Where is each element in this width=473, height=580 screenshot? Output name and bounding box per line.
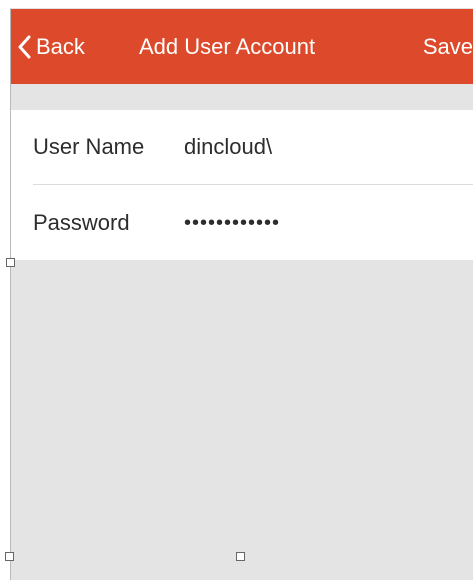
password-label: Password xyxy=(33,210,130,235)
username-row: User Name xyxy=(11,110,473,184)
resize-handle-left[interactable] xyxy=(6,258,15,267)
app-screen: Back Add User Account Save User Name Pas… xyxy=(10,8,473,580)
password-row: Password •••••••••••• xyxy=(11,186,473,260)
account-form: User Name Password •••••••••••• xyxy=(11,110,473,260)
resize-handle-bottom[interactable] xyxy=(236,552,245,561)
back-label: Back xyxy=(36,34,85,59)
divider xyxy=(33,184,473,185)
username-field[interactable] xyxy=(184,134,464,160)
username-label: User Name xyxy=(33,134,145,159)
back-button[interactable]: Back xyxy=(17,34,85,60)
resize-handle-bottom-left[interactable] xyxy=(5,552,14,561)
page-title: Add User Account xyxy=(139,34,316,59)
chevron-left-icon xyxy=(17,35,31,59)
save-button[interactable]: Save xyxy=(423,34,473,60)
password-field[interactable]: •••••••••••• xyxy=(184,212,464,235)
navigation-bar: Back Add User Account Save xyxy=(11,9,473,84)
